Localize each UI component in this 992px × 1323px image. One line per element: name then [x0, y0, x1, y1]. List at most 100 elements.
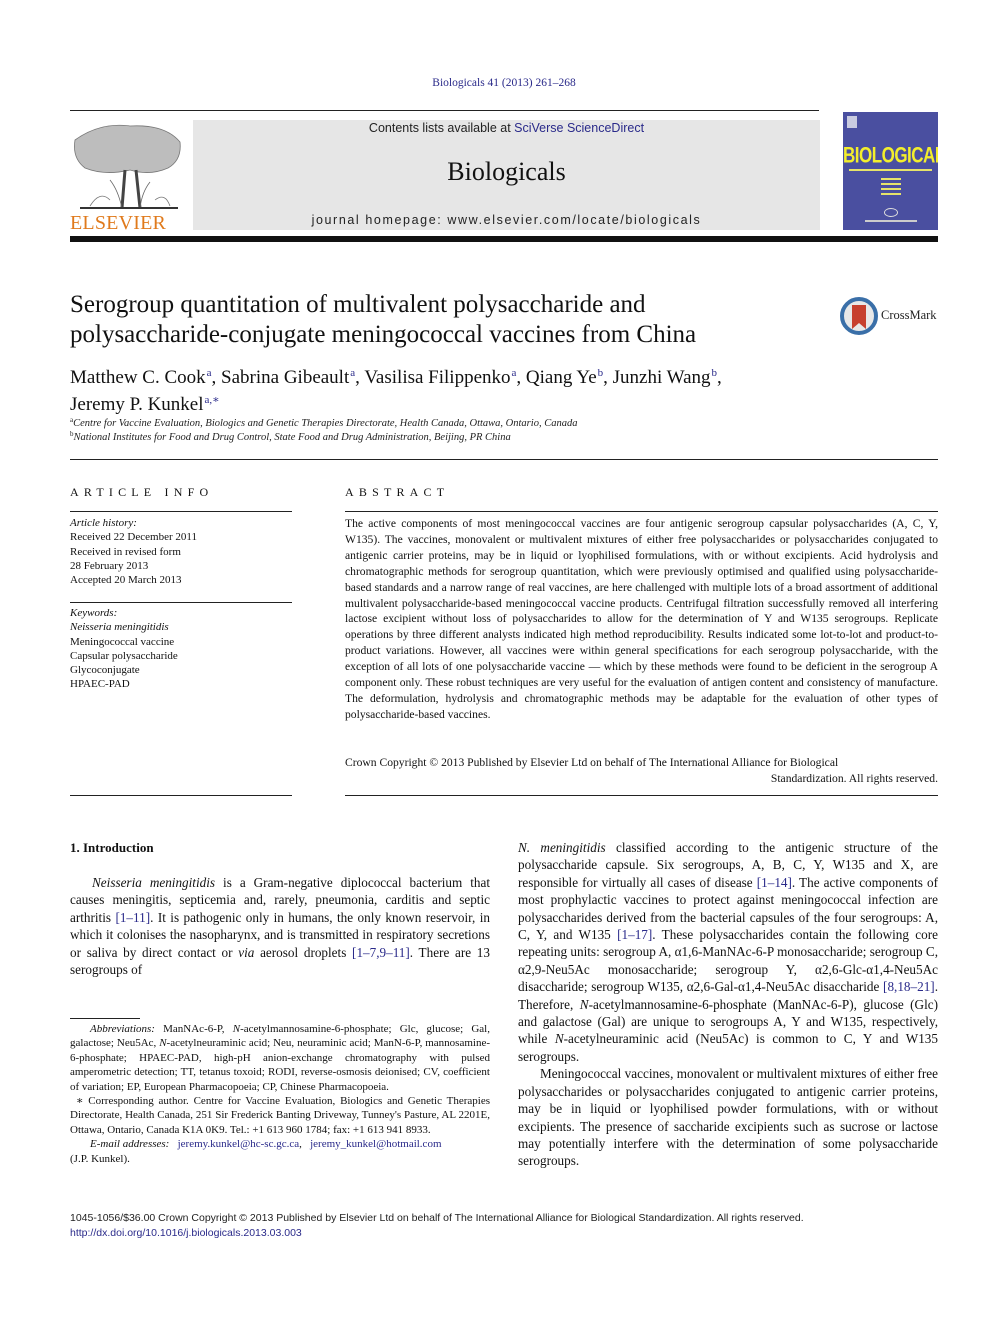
species-name: Neisseria meningitidis [92, 875, 216, 890]
crossmark-icon [840, 297, 878, 335]
author-name: Qiang Ye [525, 367, 597, 388]
title-line-2: polysaccharide-conjugate meningococcal v… [70, 321, 697, 348]
article-history: Article history: Received 22 December 20… [70, 516, 292, 587]
affiliation-text: National Institutes for Food and Drug Co… [73, 432, 511, 443]
abstract-heading: ABSTRACT [345, 485, 450, 499]
text-run: via [238, 944, 255, 960]
title-line-1: Serogroup quantitation of multivalent po… [70, 291, 646, 318]
journal-citation[interactable]: Biologicals 41 (2013) 261–268 [0, 77, 992, 89]
journal-name: Biologicals [447, 157, 566, 186]
sciencedirect-link[interactable]: SciVerse ScienceDirect [514, 121, 644, 135]
abstract-copyright: Crown Copyright © 2013 Published by Else… [345, 755, 938, 787]
email-link[interactable]: jeremy_kunkel@hotmail.com [310, 1138, 441, 1150]
intro-left-paragraph: Neisseria meningitidis is a Gram-negativ… [70, 874, 490, 978]
abbreviations-footnote: Abbreviations: ManNAc-6-P, N-acetylmanno… [70, 1022, 490, 1094]
reference-link[interactable]: [1–7,9–11] [352, 945, 410, 960]
cover-emblem-icon [847, 116, 857, 128]
author-separator: , [211, 367, 222, 388]
email-owner: (J.P. Kunkel). [70, 1152, 130, 1165]
author-name: Vasilisa Filippenko [364, 367, 511, 388]
footnotes: Abbreviations: ManNAc-6-P, N-acetylmanno… [70, 1022, 490, 1166]
cover-title: BIOLOGICALS [843, 143, 938, 168]
journal-homepage[interactable]: journal homepage: www.elsevier.com/locat… [193, 213, 820, 227]
affiliation-text: Centre for Vaccine Evaluation, Biologics… [73, 418, 578, 429]
affiliation-link[interactable]: a,∗ [205, 394, 220, 406]
text-run: aerosol droplets [254, 944, 353, 960]
text-run: N [579, 996, 589, 1012]
keywords-label: Keywords: [70, 607, 118, 619]
abstract-rule [345, 511, 938, 512]
history-accepted: Accepted 20 March 2013 [70, 574, 182, 587]
section-heading-introduction: 1. Introduction [70, 840, 154, 855]
crossmark-label: CrossMark [881, 308, 937, 322]
author-separator: , [603, 367, 613, 388]
header-rule [70, 110, 819, 111]
paragraph: N. meningitidis classified according to … [518, 839, 938, 1065]
history-received: Received 22 December 2011 [70, 531, 197, 544]
text-run: ManNAc-6-P, [154, 1023, 233, 1035]
text-run: N [159, 1037, 167, 1050]
abstract-bottom-rule [345, 795, 938, 796]
text-run: N [232, 1023, 241, 1035]
keyword: Glycoconjugate [70, 664, 140, 677]
author-name: Jeremy P. Kunkel [70, 394, 204, 415]
authors-line-1: Matthew C. Cooka, Sabrina Gibeaulta, Vas… [70, 367, 722, 388]
doi-link[interactable]: http://dx.doi.org/10.1016/j.biologicals.… [70, 1226, 950, 1241]
crossmark-button[interactable]: CrossMark [840, 297, 940, 337]
email-link[interactable]: jeremy.kunkel@hc-sc.gc.ca [178, 1138, 300, 1150]
article-info-heading: ARTICLE INFO [70, 485, 214, 499]
history-revised-date: 28 February 2013 [70, 559, 149, 572]
paragraph: Meningococcal vaccines, monovalent or mu… [518, 1066, 938, 1169]
reference-link[interactable]: [1–11] [115, 910, 150, 925]
history-label: Article history: [70, 517, 137, 529]
journal-header-box: Contents lists available at SciVerse Sci… [193, 120, 820, 230]
author-name: Matthew C. Cook [70, 367, 206, 388]
tree-icon [74, 124, 181, 209]
reference-link[interactable]: [1–17] [617, 927, 652, 942]
affiliation-b: bNational Institutes for Food and Drug C… [70, 430, 870, 443]
author-list: Matthew C. Cooka, Sabrina Gibeaulta, Vas… [70, 362, 870, 416]
author-name: Junzhi Wang [612, 367, 711, 388]
reference-link[interactable]: [1–14] [757, 875, 792, 890]
reference-link[interactable]: [8,18–21] [883, 979, 935, 994]
species-name: N. meningitidis [518, 840, 606, 855]
keyword: Meningococcal vaccine [70, 635, 175, 648]
page-footer: 1045-1056/$36.00 Crown Copyright © 2013 … [70, 1211, 950, 1240]
journal-cover-image: BIOLOGICALS [843, 112, 938, 230]
text-run: , [299, 1138, 305, 1151]
contents-availability: Contents lists available at SciVerse Sci… [193, 121, 820, 135]
abbreviations-label: Abbreviations: [90, 1023, 155, 1035]
cover-subtitle-line [849, 169, 932, 171]
contents-prefix: Contents lists available at [368, 121, 515, 135]
keyword: HPAEC-PAD [70, 678, 130, 691]
copyright-line-2: Standardization. All rights reserved. [770, 771, 938, 785]
email-footnote: E-mail addresses: jeremy.kunkel@hc-sc.gc… [70, 1137, 490, 1166]
copyright-line-1: Crown Copyright © 2013 Published by Else… [345, 756, 839, 769]
article-title: Serogroup quantitation of multivalent po… [70, 290, 810, 350]
keyword: Neisseria meningitidis [70, 621, 169, 634]
footnote-rule [70, 1018, 140, 1019]
affiliation-a: aCentre for Vaccine Evaluation, Biologic… [70, 416, 870, 429]
author-name: Sabrina Gibeault [221, 367, 350, 388]
author-separator: , [717, 367, 722, 388]
author-separator: , [516, 367, 526, 388]
email-label: E-mail addresses: [90, 1138, 170, 1151]
cover-footer-line [865, 220, 917, 222]
article-info-bottom-rule [70, 795, 292, 796]
header-thick-rule [70, 236, 938, 242]
elsevier-wordmark: ELSEVIER [70, 212, 167, 234]
corresponding-author-footnote: ∗ Corresponding author. Centre for Vacci… [70, 1095, 490, 1136]
keywords: Keywords: Neisseria meningitidis Meningo… [70, 606, 292, 692]
text-run: N [554, 1031, 564, 1047]
text-run: -acetylneuraminic acid (Neu5Ac) is commo… [518, 1031, 938, 1064]
authors-line-2: Jeremy P. Kunkela,∗ [70, 394, 220, 415]
article-info-rule [70, 511, 292, 512]
issn-copyright: 1045-1056/$36.00 Crown Copyright © 2013 … [70, 1212, 804, 1224]
cover-society-logo-icon [884, 208, 898, 217]
keywords-rule [70, 602, 292, 603]
keyword: Capsular polysaccharide [70, 649, 178, 662]
author-separator: , [355, 367, 365, 388]
history-revised-label: Received in revised form [70, 545, 181, 558]
paragraph: Neisseria meningitidis is a Gram-negativ… [70, 874, 490, 978]
abstract-text: The active components of most meningococ… [345, 517, 938, 721]
